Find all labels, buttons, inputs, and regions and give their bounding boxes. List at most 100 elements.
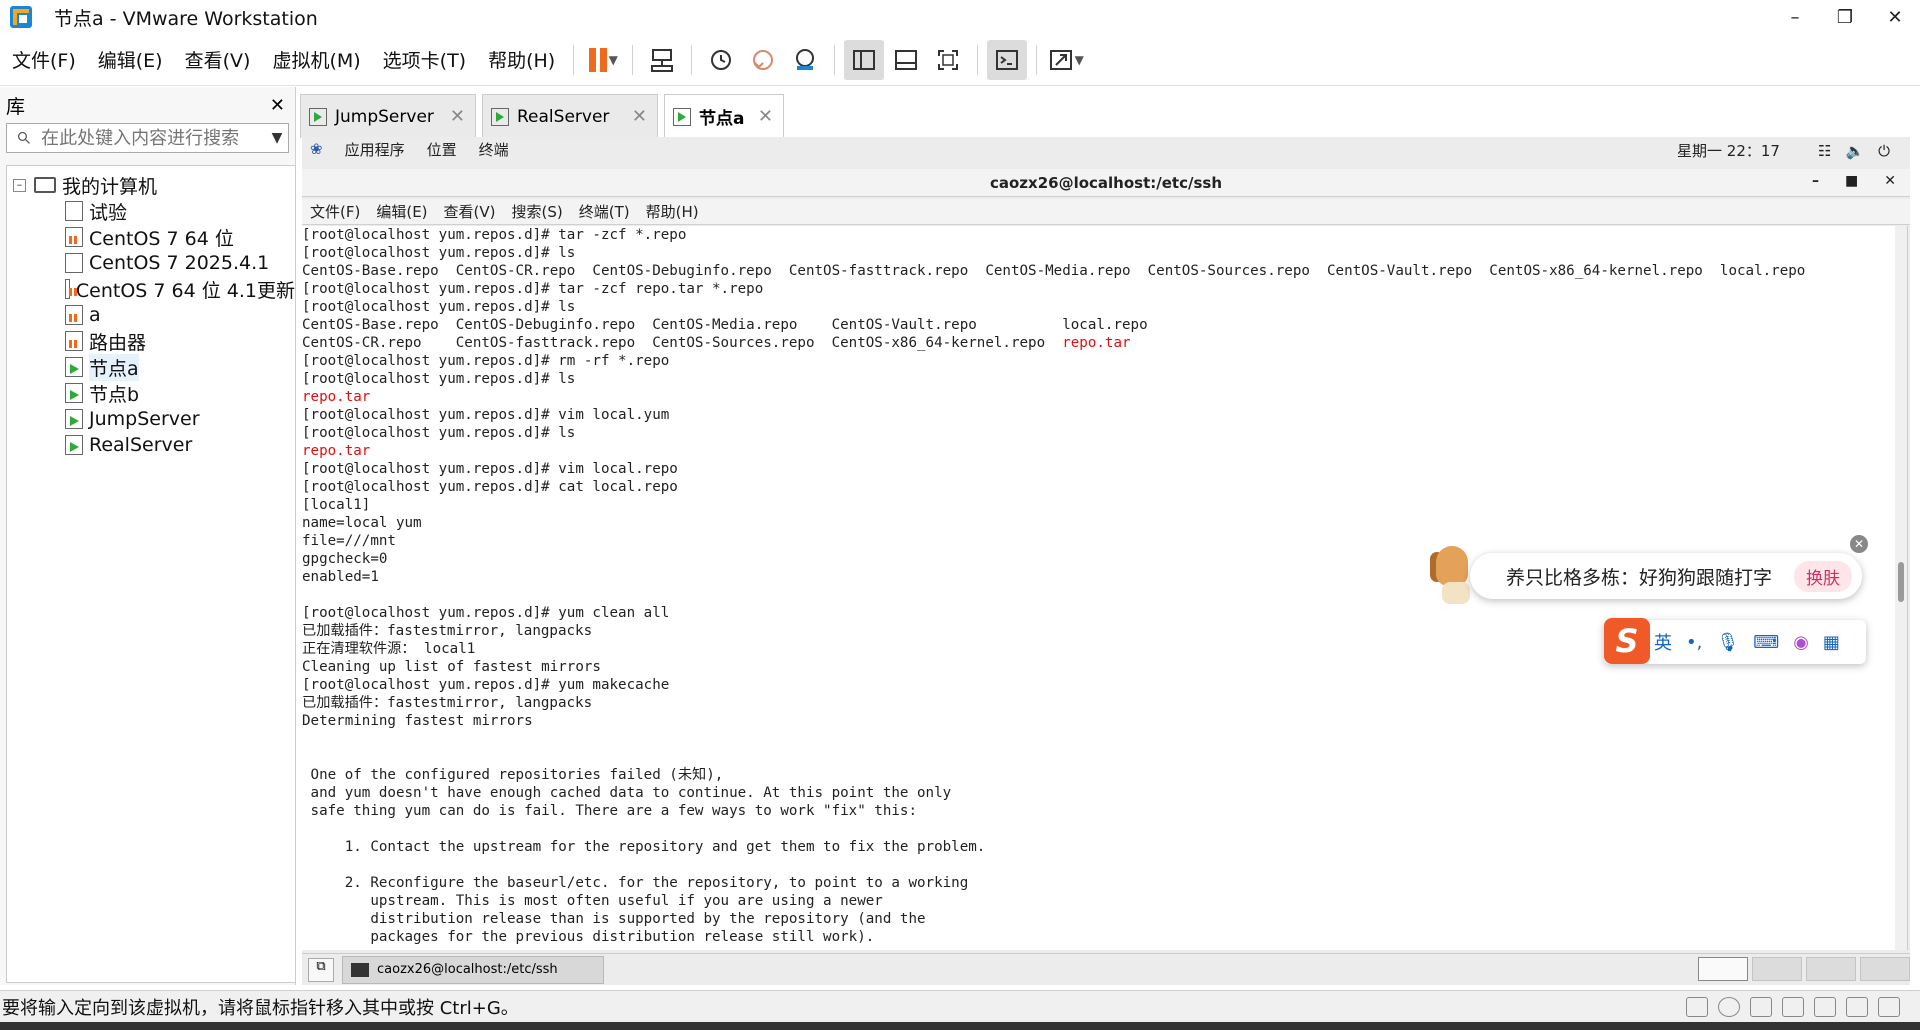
tab-realserver[interactable]: RealServer ✕ [482,94,658,138]
taskbar-terminal-item[interactable]: caozx26@localhost:/etc/ssh [342,955,604,984]
terminal-scrollbar[interactable] [1895,226,1907,950]
workspace-3[interactable] [1806,957,1856,981]
terminal-line: CentOS-Base.repo CentOS-CR.repo CentOS-D… [302,263,1806,279]
cd-dvd-icon[interactable] [1718,997,1740,1017]
tree-item-vm[interactable]: JumpServer [7,406,295,432]
clock-snapshot-icon [711,49,732,70]
close-icon[interactable]: ✕ [758,106,773,127]
menu-view[interactable]: 查看(V) [173,46,261,73]
toolbar-separator [632,44,634,75]
tree-item-vm[interactable]: 节点b [7,380,295,406]
tree-label: 路由器 [89,331,147,354]
minimize-icon[interactable]: – [1770,0,1820,34]
keyboard-network-icon [651,48,674,72]
tree-item-vm[interactable]: CentOS 7 64 位 [7,224,295,250]
change-skin-button[interactable]: 换肤 [1794,561,1852,592]
terminal-window-controls: – ■ ✕ [1812,173,1896,189]
pause-icon [588,47,607,72]
tree-item-vm[interactable]: 路由器 [7,328,295,354]
tree-item-vm-selected[interactable]: 节点a [7,353,295,381]
show-library-button[interactable] [844,39,885,80]
close-icon[interactable]: ✕ [1870,0,1920,34]
tree-item-vm[interactable]: 试验 [7,198,295,224]
search-input[interactable] [41,127,267,149]
maximize-icon[interactable]: ■ [1845,173,1858,189]
tree-root-my-computer[interactable]: – 我的计算机 [7,172,295,198]
tree-item-vm[interactable]: CentOS 7 2025.4.1 [7,250,295,276]
fullscreen-button[interactable] [928,40,968,80]
vm-running-icon [65,383,83,403]
sound-card-icon[interactable] [1782,997,1804,1017]
network-adapter-icon[interactable] [1750,997,1772,1017]
keyboard-icon[interactable]: ⌨ [1753,632,1779,653]
applications-menu[interactable]: 应用程序 [345,139,405,160]
clock[interactable]: 星期一 22：17 [1677,140,1780,161]
terminal-menu-file[interactable]: 文件(F) [310,201,360,222]
workspace-2[interactable] [1752,957,1802,981]
terminal-line: One of the configured repositories faile… [302,767,724,783]
close-icon[interactable]: ✕ [632,106,647,127]
scrollbar-thumb[interactable] [1898,562,1904,602]
terminal-line: [root@localhost yum.repos.d]# yum makeca… [302,677,670,693]
usb-icon[interactable] [1814,997,1836,1017]
window-controls: – ❐ ✕ [1770,0,1920,34]
display-icon[interactable] [1846,997,1868,1017]
menu-help[interactable]: 帮助(H) [476,46,565,73]
revert-snapshot-button[interactable] [743,40,783,80]
places-menu[interactable]: 位置 [427,139,457,160]
minimize-icon[interactable]: – [1812,173,1819,189]
menu-edit[interactable]: 编辑(E) [86,46,173,73]
toolbox-grid-icon[interactable]: ▦ [1823,632,1840,653]
chevron-down-icon[interactable]: ▼ [266,130,288,146]
terminal-menu-view[interactable]: 查看(V) [444,201,496,222]
workspace-1[interactable] [1698,957,1748,981]
terminal-app-menu[interactable]: 终端 [479,139,509,160]
vm-running-icon [65,409,83,429]
menu-vm[interactable]: 虚拟机(M) [260,46,370,73]
pause-button[interactable]: ▼ [583,40,623,80]
ime-mode-toggle[interactable]: 英 [1654,629,1672,655]
terminal-line: repo.tar [302,443,371,459]
tab-jumpserver[interactable]: JumpServer ✕ [300,94,476,138]
vm-tree: – 我的计算机 试验 CentOS 7 64 位 CentOS 7 2025.4… [6,165,296,983]
power-icon[interactable]: ⏻ [1878,142,1890,160]
tab-node-a[interactable]: 节点a ✕ [664,94,784,138]
microphone-icon[interactable]: 🎙 [1716,632,1739,653]
terminal-menu-help[interactable]: 帮助(H) [646,201,699,222]
fullscreen-icon [938,49,959,70]
snapshot-manager-button[interactable] [785,40,825,80]
skin-shirt-icon[interactable]: ◉ [1793,632,1809,653]
device-status-icons [1686,997,1900,1017]
workspace-4[interactable] [1860,957,1910,981]
terminal-titlebar: caozx26@localhost:/etc/ssh – ■ ✕ [302,169,1910,197]
terminal-menu-search[interactable]: 搜索(S) [512,201,563,222]
close-icon[interactable]: ✕ [270,95,285,116]
tree-item-vm[interactable]: CentOS 7 64 位 4.1更新 [7,276,295,302]
menu-file[interactable]: 文件(F) [0,46,86,73]
close-icon[interactable]: ✕ [450,106,465,127]
network-icon[interactable]: ☷ [1818,142,1831,160]
show-thumbnail-button[interactable] [886,40,926,80]
tree-item-vm[interactable]: a [7,302,295,328]
console-view-button[interactable] [987,39,1028,80]
tree-item-vm[interactable]: RealServer [7,432,295,458]
library-title: 库 [6,95,26,118]
stretch-guest-button[interactable]: ▼ [1046,40,1086,80]
vm-running-icon [65,435,83,455]
volume-icon[interactable]: 🔈 [1845,142,1864,160]
hard-disk-icon[interactable] [1686,997,1708,1017]
send-ctrl-alt-del-button[interactable] [642,40,682,80]
punctuation-icon[interactable]: •, [1686,632,1702,653]
restore-icon[interactable]: ❐ [1820,0,1870,34]
message-log-icon[interactable] [1878,997,1900,1017]
collapse-icon[interactable]: – [13,178,26,192]
terminal-menu-edit[interactable]: 编辑(E) [376,201,427,222]
snapshot-button[interactable] [701,40,741,80]
terminal-menu-terminal[interactable]: 终端(T) [579,201,630,222]
show-desktop-icon[interactable]: ⧉ [308,957,334,982]
close-icon[interactable]: ✕ [1850,535,1868,553]
close-icon[interactable]: ✕ [1884,173,1896,189]
menu-tabs[interactable]: 选项卡(T) [371,46,476,73]
